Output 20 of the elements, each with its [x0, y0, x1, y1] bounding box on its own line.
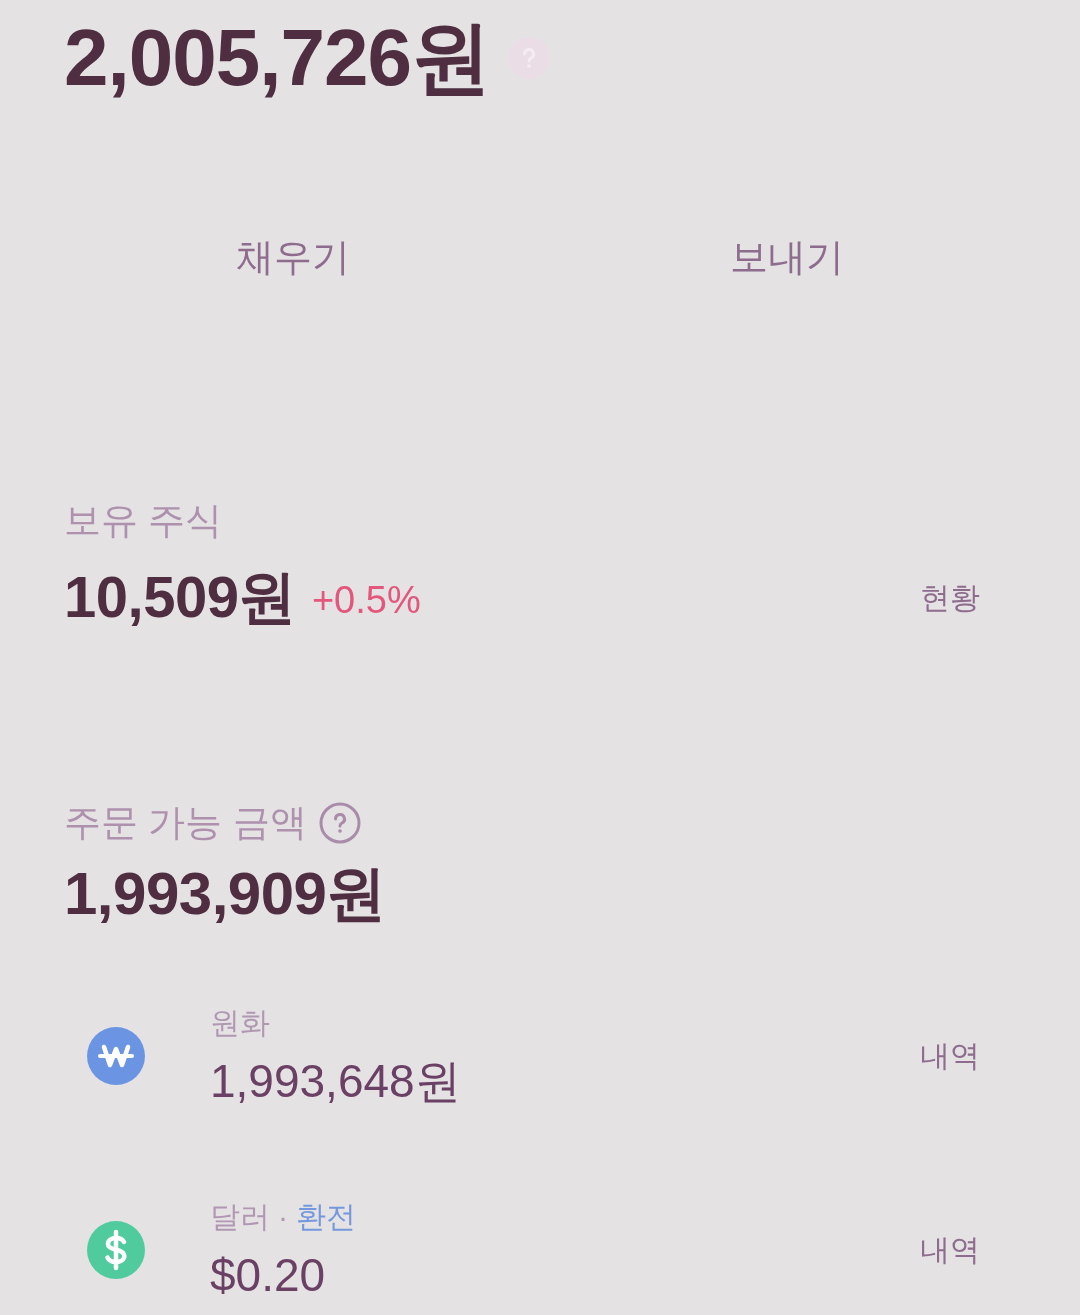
- fill-button[interactable]: 채우기: [183, 207, 403, 307]
- won-coin-icon: [87, 1027, 145, 1085]
- exchange-link[interactable]: 환전: [296, 1196, 356, 1238]
- section-title: 보유 주식: [64, 499, 223, 543]
- total-amount: 2,005,726원: [64, 12, 490, 104]
- balance-amount: $0.20: [210, 1248, 327, 1303]
- currency-label: 달러: [210, 1198, 270, 1235]
- dollar-coin-icon: [87, 1221, 145, 1279]
- orderable-amount: 1,993,909원: [64, 858, 386, 929]
- currency-label: 원화: [210, 1004, 270, 1041]
- change-percent: +0.5%: [311, 578, 421, 622]
- history-link[interactable]: 내역: [914, 1223, 986, 1277]
- section-title: 주문 가능 금액: [64, 801, 307, 845]
- help-icon[interactable]: [318, 802, 361, 844]
- balance-amount: 1,993,648원: [210, 1054, 461, 1109]
- send-button[interactable]: 보내기: [677, 207, 897, 307]
- status-link[interactable]: 현황: [914, 571, 986, 625]
- separator-dot: ·: [278, 1200, 288, 1234]
- holdings-amount: 10,509원: [64, 563, 296, 631]
- history-link[interactable]: 내역: [914, 1029, 986, 1083]
